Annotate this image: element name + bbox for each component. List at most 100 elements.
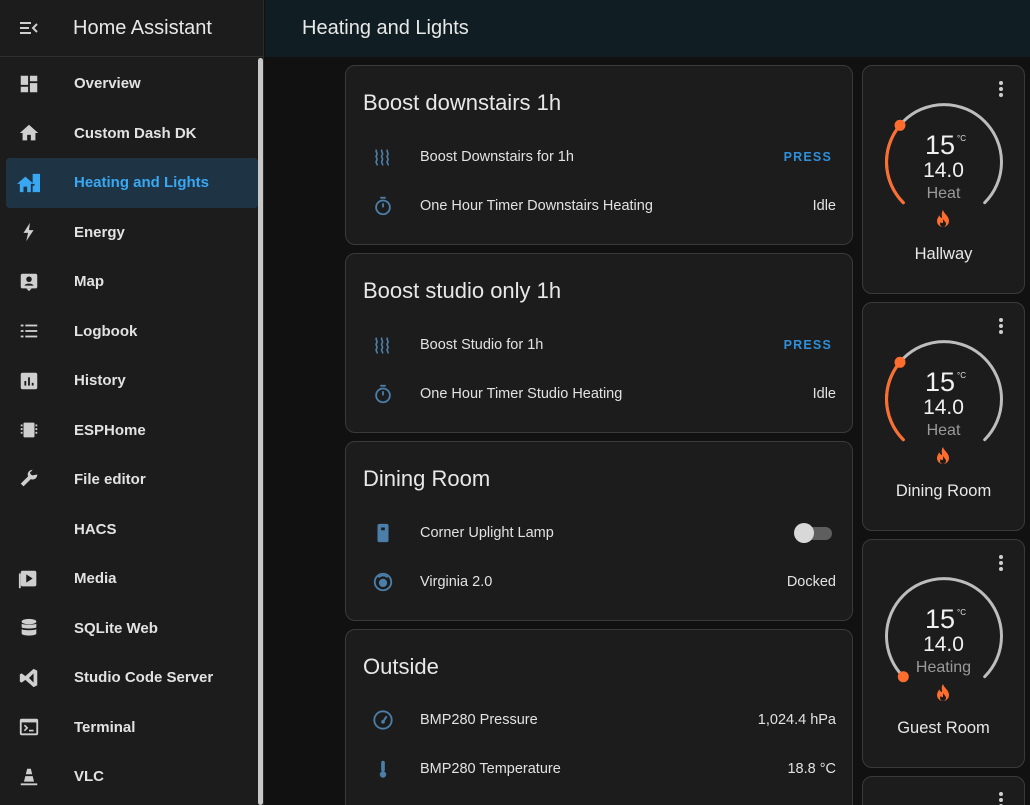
- flame-icon: [937, 210, 949, 227]
- chart-box-icon: [20, 372, 38, 389]
- sidebar-item-label: Energy: [74, 223, 125, 241]
- top-bar: Heating and Lights: [265, 0, 1030, 57]
- thermostat-card-dining-room[interactable]: 15 °C 14.0 Heat Dining Room: [862, 302, 1025, 531]
- flame-icon: [937, 447, 949, 464]
- hvac-mode: Heat: [926, 185, 961, 202]
- sidebar-item-history[interactable]: History: [6, 356, 258, 406]
- entity-name[interactable]: Corner Uplight Lamp: [420, 525, 554, 541]
- target-temperature: 15: [925, 130, 956, 160]
- entity-state: Idle: [812, 198, 836, 214]
- entities-card-dining-room: Dining Room Corner Uplight Lamp Virginia…: [345, 441, 853, 621]
- current-temperature: 14.0: [923, 396, 964, 419]
- robot-vacuum-icon: [373, 572, 393, 592]
- sidebar-item-hacs[interactable]: HACS: [6, 505, 258, 555]
- play-box-icon: [18, 570, 37, 588]
- press-button[interactable]: PRESS: [784, 338, 832, 352]
- sidebar-item-label: Custom Dash DK: [74, 124, 197, 142]
- hvac-mode: Heat: [926, 422, 961, 439]
- menu-toggle-button[interactable]: [0, 0, 58, 57]
- sidebar-item-heating-and-lights[interactable]: Heating and Lights: [6, 158, 258, 208]
- cone-icon: [20, 768, 38, 785]
- map-account-icon: [20, 273, 38, 291]
- entity-row: Boost Downstairs for 1h PRESS: [346, 137, 852, 177]
- entity-row: BMP280 Temperature 18.8 °C: [346, 749, 852, 789]
- entity-row: Virginia 2.0 Docked: [346, 562, 852, 602]
- card-title: Dining Room: [363, 466, 491, 491]
- sidebar-item-label: Terminal: [74, 718, 136, 736]
- thermostat-name: Hallway: [914, 245, 973, 263]
- sidebar-item-label: Studio Code Server: [74, 669, 214, 687]
- thermometer-icon: [379, 760, 387, 778]
- entity-name[interactable]: Virginia 2.0: [420, 574, 492, 590]
- current-temperature: 14.0: [923, 159, 964, 182]
- entity-state: Idle: [812, 386, 836, 402]
- menu-icon: [20, 22, 38, 34]
- entity-state: Docked: [786, 574, 836, 590]
- entity-state: 1,024.4 hPa: [757, 712, 836, 728]
- sidebar-item-label: History: [74, 372, 126, 390]
- entity-name[interactable]: BMP280 Pressure: [420, 712, 538, 728]
- sidebar-item-file-editor[interactable]: File editor: [6, 455, 258, 505]
- hvac-mode: Heating: [915, 659, 972, 676]
- entity-row: One Hour Timer Downstairs Heating Idle: [346, 186, 852, 226]
- entity-row: Corner Uplight Lamp: [346, 513, 852, 553]
- sidebar: Home Assistant Overview Custom Dash DK H…: [0, 0, 264, 805]
- sidebar-item-energy[interactable]: Energy: [6, 208, 258, 258]
- card-title: Boost downstairs 1h: [363, 90, 562, 115]
- thermostat-card-hallway[interactable]: 15 °C 14.0 Heat Hallway: [862, 65, 1025, 294]
- sidebar-item-media[interactable]: Media: [6, 554, 258, 604]
- vscode-icon: [19, 668, 38, 687]
- sidebar-item-vlc[interactable]: VLC: [6, 752, 258, 802]
- sidebar-item-label: Map: [74, 273, 104, 291]
- entity-row: BMP280 Pressure 1,024.4 hPa: [346, 700, 852, 740]
- entity-name[interactable]: One Hour Timer Studio Heating: [420, 386, 622, 402]
- entity-state: 18.8 °C: [787, 761, 836, 777]
- sidebar-item-label: Media: [74, 570, 117, 588]
- sidebar-item-sqlite-web[interactable]: SQLite Web: [6, 604, 258, 654]
- lamp-toggle[interactable]: [794, 523, 832, 543]
- dial-handle: [894, 119, 906, 131]
- flame-icon: [937, 684, 949, 701]
- app-title: Home Assistant: [73, 16, 212, 39]
- sidebar-item-logbook[interactable]: Logbook: [6, 307, 258, 357]
- press-button[interactable]: PRESS: [784, 150, 832, 164]
- sidebar-item-label: Overview: [74, 75, 141, 93]
- thermostat-name: Guest Room: [897, 719, 990, 737]
- entity-name[interactable]: BMP280 Temperature: [420, 761, 561, 777]
- app: Home Assistant Overview Custom Dash DK H…: [0, 0, 1030, 805]
- temperature-unit: °C: [957, 608, 966, 617]
- console-icon: [19, 719, 39, 736]
- card-title: Outside: [363, 654, 439, 679]
- dial-handle: [894, 356, 906, 368]
- sidebar-item-esphome[interactable]: ESPHome: [6, 406, 258, 456]
- thermostat-card-partial[interactable]: [862, 776, 1025, 805]
- home-city-icon: [17, 173, 40, 192]
- current-temperature: 14.0: [923, 633, 964, 656]
- sidebar-item-studio-code-server[interactable]: Studio Code Server: [6, 653, 258, 703]
- sidebar-scrollbar[interactable]: [258, 58, 263, 805]
- database-icon: [21, 619, 37, 636]
- entities-card-boost-studio: Boost studio only 1h Boost Studio for 1h…: [345, 253, 853, 433]
- light-switch-icon: [377, 523, 389, 543]
- entities-card-outside: Outside BMP280 Pressure 1,024.4 hPa BMP2…: [345, 629, 853, 805]
- entity-name[interactable]: One Hour Timer Downstairs Heating: [420, 198, 653, 214]
- timer-icon: [375, 196, 391, 216]
- sidebar-item-terminal[interactable]: Terminal: [6, 703, 258, 753]
- sidebar-list: Overview Custom Dash DK Heating and Ligh…: [0, 59, 264, 802]
- more-options-icon[interactable]: [998, 791, 1004, 805]
- thermostat-name: Dining Room: [895, 482, 992, 500]
- heat-wave-icon: [375, 149, 389, 166]
- sidebar-header: Home Assistant: [0, 0, 263, 57]
- sidebar-item-label: ESPHome: [74, 421, 146, 439]
- thermostat-card-guest-room[interactable]: 15 °C 14.0 Heating Guest Room: [862, 539, 1025, 768]
- sidebar-item-label: Heating and Lights: [74, 174, 209, 192]
- sidebar-item-overview[interactable]: Overview: [6, 59, 258, 109]
- dashboard-icon: [20, 75, 38, 92]
- entity-name: Boost Downstairs for 1h: [420, 149, 574, 165]
- sidebar-item-map[interactable]: Map: [6, 257, 258, 307]
- sidebar-item-label: File editor: [74, 471, 146, 489]
- toggle-knob: [794, 523, 814, 543]
- sidebar-item-custom-dash[interactable]: Custom Dash DK: [6, 109, 258, 159]
- entity-row: Boost Studio for 1h PRESS: [346, 325, 852, 365]
- target-temperature: 15: [925, 604, 956, 634]
